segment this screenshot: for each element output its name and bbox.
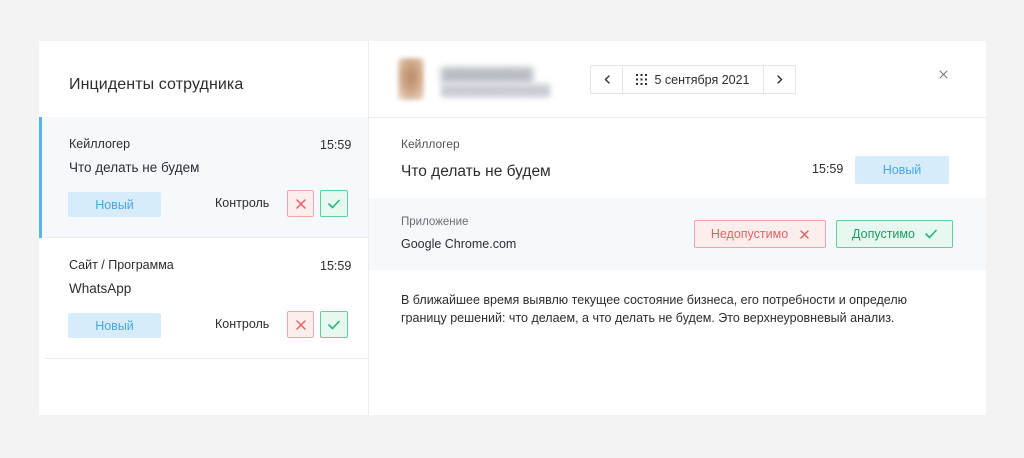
- status-badge: Новый: [68, 313, 161, 338]
- active-indicator: [39, 117, 42, 238]
- application-row: Приложение Google Chrome.com Недопустимо…: [369, 198, 986, 270]
- incident-text: Что делать не будем: [69, 160, 200, 175]
- incident-type: Сайт / Программа: [69, 258, 174, 272]
- incident-type: Кейллогер: [69, 137, 131, 151]
- application-label: Приложение: [401, 216, 469, 228]
- divider: [45, 358, 368, 359]
- next-date-button[interactable]: [763, 66, 795, 93]
- incident-card: Инциденты сотрудника Кейллогер 15:59 Что…: [39, 41, 986, 415]
- date-picker: 5 сентября 2021: [590, 65, 796, 94]
- incident-time: 15:59: [320, 138, 352, 152]
- detail-type: Кейллогер: [401, 137, 460, 151]
- chevron-right-icon: [776, 75, 782, 84]
- incident-item[interactable]: Кейллогер 15:59 Что делать не будем Новы…: [39, 117, 368, 238]
- approve-button[interactable]: [320, 311, 348, 338]
- close-icon: [800, 229, 809, 239]
- employee-name-redacted: ██████████: [441, 67, 534, 82]
- prev-date-button[interactable]: [591, 66, 623, 93]
- incident-text: WhatsApp: [69, 281, 132, 296]
- incident-item[interactable]: Сайт / Программа 15:59 WhatsApp Новый Ко…: [39, 238, 368, 359]
- application-name: Google Chrome.com: [401, 237, 517, 251]
- close-button[interactable]: [935, 66, 951, 82]
- date-display[interactable]: 5 сентября 2021: [623, 66, 763, 93]
- incident-time: 15:59: [320, 259, 352, 273]
- detail-time: 15:59: [812, 162, 844, 176]
- reject-button[interactable]: [287, 311, 314, 338]
- deny-label: Недопустимо: [710, 227, 789, 241]
- detail-title: Что делать не будем: [401, 163, 551, 180]
- check-icon: [328, 320, 340, 329]
- chevron-left-icon: [604, 75, 610, 84]
- status-badge: Новый: [68, 192, 161, 217]
- status-badge: Новый: [855, 156, 949, 184]
- check-icon: [328, 199, 340, 208]
- approve-button[interactable]: [320, 190, 348, 217]
- close-icon: [295, 198, 306, 209]
- reject-button[interactable]: [287, 190, 314, 217]
- allow-label: Допустимо: [852, 227, 915, 241]
- incident-list-panel: Инциденты сотрудника Кейллогер 15:59 Что…: [39, 41, 369, 415]
- panel-title: Инциденты сотрудника: [69, 76, 244, 93]
- calendar-icon: [636, 74, 648, 85]
- control-label: Контроль: [215, 196, 270, 210]
- incident-detail-panel: ██████████ ██████████████ 5 сентября 202…: [369, 41, 986, 415]
- deny-button[interactable]: Недопустимо: [694, 220, 826, 248]
- avatar: [398, 58, 424, 100]
- check-icon: [925, 229, 937, 239]
- allow-button[interactable]: Допустимо: [836, 220, 953, 248]
- detail-header: ██████████ ██████████████ 5 сентября 202…: [369, 41, 986, 118]
- control-label: Контроль: [215, 317, 270, 331]
- date-label: 5 сентября 2021: [654, 72, 750, 87]
- incident-description: В ближайшее время выявлю текущее состоян…: [401, 293, 907, 325]
- close-icon: [295, 319, 306, 330]
- close-icon: [938, 69, 948, 79]
- employee-position-redacted: ██████████████: [441, 85, 551, 97]
